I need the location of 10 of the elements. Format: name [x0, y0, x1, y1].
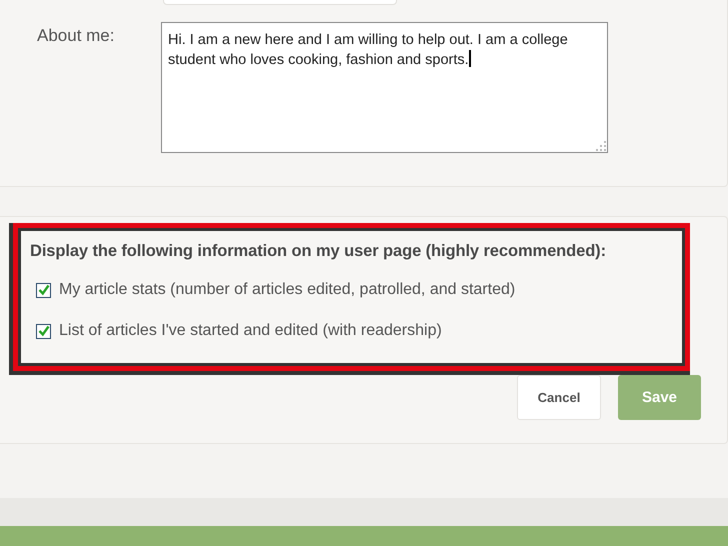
checkbox[interactable]: [36, 282, 51, 298]
checkbox-label: List of articles I've started and edited (with readership): [59, 322, 442, 340]
text-cursor: [468, 50, 471, 67]
resize-grip-icon: [596, 141, 606, 151]
field-label: About me:: [36, 25, 116, 47]
section-heading: Display the following information on my user page (highly recommended):: [30, 242, 607, 261]
about-me-textarea[interactable]: Hi. I am a new here and I am willing to help out. I am a college student who loves cooking, fashion and sports.: [161, 22, 608, 153]
checkbox-label: My article stats (number of articles edited, patrolled, and started): [59, 281, 516, 299]
cancel-button[interactable]: Cancel: [517, 375, 601, 420]
checkbox[interactable]: [36, 324, 51, 338]
